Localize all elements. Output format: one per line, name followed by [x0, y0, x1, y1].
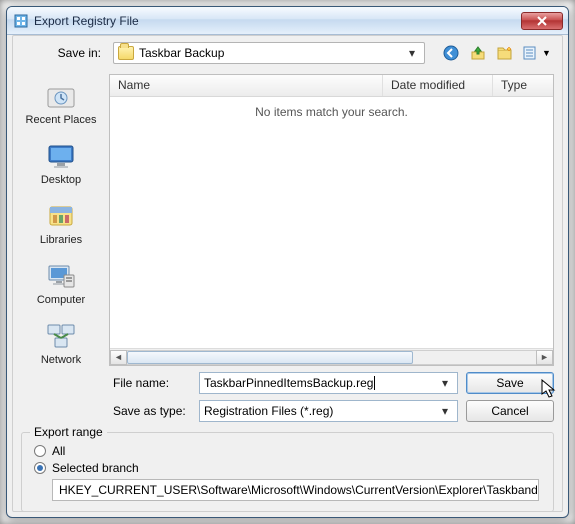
regedit-icon	[13, 13, 29, 29]
chevron-down-icon: ▾	[404, 46, 420, 60]
chevron-down-icon: ▼	[542, 48, 551, 58]
column-date[interactable]: Date modified	[383, 75, 493, 96]
radio-selected-row[interactable]: Selected branch	[34, 461, 543, 475]
save-in-combo[interactable]: Taskbar Backup ▾	[113, 42, 425, 64]
close-button[interactable]	[521, 12, 563, 30]
file-name-label: File name:	[109, 376, 199, 390]
computer-icon	[43, 260, 79, 292]
save-as-type-combo[interactable]: Registration Files (*.reg) ▾	[199, 400, 458, 422]
column-type[interactable]: Type	[493, 75, 553, 96]
save-in-row: Save in: Taskbar Backup ▾	[13, 36, 562, 70]
cancel-button[interactable]: Cancel	[466, 400, 554, 422]
radio-all-row[interactable]: All	[34, 444, 543, 458]
save-button-label: Save	[496, 376, 523, 390]
cancel-button-label: Cancel	[491, 404, 528, 418]
new-folder-button[interactable]	[493, 42, 517, 64]
views-button[interactable]: ▼	[520, 42, 554, 64]
close-icon	[537, 16, 547, 26]
radio-all[interactable]	[34, 445, 46, 457]
up-one-level-icon	[470, 45, 486, 61]
file-name-combo[interactable]: TaskbarPinnedItemsBackup.reg ▾	[199, 372, 458, 394]
column-name[interactable]: Name	[110, 75, 383, 96]
up-one-level-button[interactable]	[466, 42, 490, 64]
desktop-icon	[43, 140, 79, 172]
place-label: Libraries	[40, 234, 82, 246]
file-name-value: TaskbarPinnedItemsBackup.reg	[204, 376, 373, 390]
export-registry-dialog: Export Registry File Save in: Taskbar Ba…	[6, 6, 569, 518]
window-title: Export Registry File	[34, 14, 139, 28]
list-header: Name Date modified Type	[110, 75, 553, 97]
titlebar[interactable]: Export Registry File	[7, 7, 568, 35]
scroll-track[interactable]	[127, 350, 536, 365]
place-libraries[interactable]: Libraries	[21, 196, 101, 250]
new-folder-icon	[497, 45, 513, 61]
place-network[interactable]: Network	[21, 316, 101, 370]
radio-all-label: All	[52, 444, 65, 458]
mouse-cursor-icon	[541, 379, 559, 399]
empty-message: No items match your search.	[255, 105, 408, 119]
radio-selected-branch[interactable]	[34, 462, 46, 474]
save-as-type-label: Save as type:	[109, 404, 199, 418]
file-list[interactable]: Name Date modified Type No items match y…	[109, 74, 554, 366]
scroll-left-arrow[interactable]: ◄	[110, 350, 127, 365]
chevron-down-icon: ▾	[437, 376, 453, 390]
branch-path-value: HKEY_CURRENT_USER\Software\Microsoft\Win…	[59, 483, 538, 497]
place-label: Recent Places	[26, 114, 97, 126]
back-icon	[443, 45, 459, 61]
text-caret	[374, 376, 375, 390]
network-icon	[43, 320, 79, 352]
scroll-right-arrow[interactable]: ►	[536, 350, 553, 365]
export-range-group: Export range All Selected branch HKEY_CU…	[21, 432, 554, 512]
file-fields: File name: TaskbarPinnedItemsBackup.reg …	[13, 370, 562, 432]
chevron-down-icon: ▾	[437, 404, 453, 418]
place-label: Computer	[37, 294, 85, 306]
dialog-client-area: Save in: Taskbar Backup ▾	[12, 35, 563, 512]
save-as-type-value: Registration Files (*.reg)	[204, 404, 333, 418]
recent-places-icon	[43, 80, 79, 112]
place-recent[interactable]: Recent Places	[21, 76, 101, 130]
horizontal-scrollbar[interactable]: ◄ ►	[110, 348, 553, 365]
save-in-label: Save in:	[21, 46, 109, 60]
export-range-legend: Export range	[30, 425, 107, 439]
place-label: Desktop	[41, 174, 81, 186]
place-computer[interactable]: Computer	[21, 256, 101, 310]
radio-selected-label: Selected branch	[52, 461, 139, 475]
place-desktop[interactable]: Desktop	[21, 136, 101, 190]
scroll-thumb[interactable]	[127, 351, 413, 364]
save-button[interactable]: Save	[466, 372, 554, 394]
folder-icon	[118, 46, 134, 60]
places-bar: Recent Places Desktop Libraries	[13, 70, 109, 370]
branch-path-input[interactable]: HKEY_CURRENT_USER\Software\Microsoft\Win…	[52, 479, 539, 501]
save-in-value: Taskbar Backup	[139, 46, 224, 60]
libraries-icon	[43, 200, 79, 232]
views-icon	[523, 45, 541, 61]
list-body: No items match your search.	[110, 97, 553, 348]
back-button[interactable]	[439, 42, 463, 64]
place-label: Network	[41, 354, 81, 366]
